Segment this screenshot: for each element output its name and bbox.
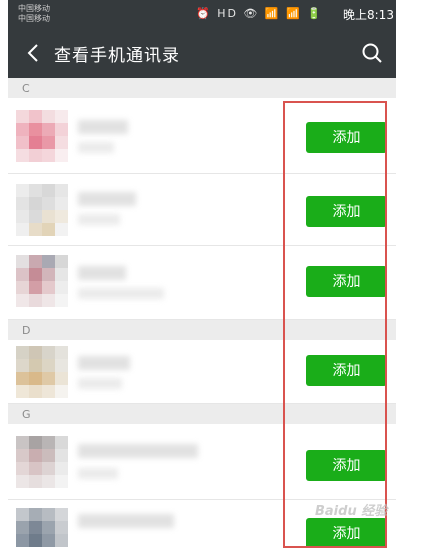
contact-row: 添加 — [8, 424, 396, 500]
add-contact-button[interactable]: 添加 — [306, 518, 387, 548]
contact-name-redacted — [78, 192, 136, 206]
section-header-c: C — [8, 78, 396, 98]
contact-detail-redacted — [78, 214, 120, 225]
title-bar: 查看手机通讯录 — [8, 28, 396, 78]
contact-row: 添加 — [8, 174, 396, 246]
page-title: 查看手机通讯录 — [54, 46, 180, 66]
avatar — [16, 184, 68, 236]
avatar — [16, 508, 68, 548]
carrier-label-1: 中国移动 — [18, 4, 50, 13]
contact-name-redacted — [78, 120, 128, 134]
add-contact-button[interactable]: 添加 — [306, 266, 387, 297]
section-header-d: D — [8, 320, 396, 340]
avatar — [16, 346, 68, 398]
add-contact-button[interactable]: 添加 — [306, 355, 387, 386]
contact-name-redacted — [78, 444, 198, 458]
section-letter: G — [22, 408, 31, 421]
add-contact-button[interactable]: 添加 — [306, 450, 387, 481]
phone-screen: 中国移动 中国移动 ⏰ HD 👁 📶 📶 🔋 晚上8:13 查看手机通讯录 C — [8, 0, 396, 548]
avatar — [16, 436, 68, 488]
status-time: 晚上8:13 — [343, 8, 394, 22]
avatar — [16, 110, 68, 162]
contact-detail-redacted — [78, 142, 114, 153]
section-letter: C — [22, 82, 30, 95]
contact-name-redacted — [78, 514, 174, 528]
section-letter: D — [22, 324, 31, 337]
status-icons: ⏰ HD 👁 📶 📶 🔋 — [196, 7, 323, 20]
search-icon[interactable] — [360, 41, 384, 65]
section-header-g: G — [8, 404, 396, 424]
contact-list: C 添加 添加 添加 D 添加 G 添加 添加 — [8, 78, 396, 548]
contact-name-redacted — [78, 356, 130, 370]
contact-name-redacted — [78, 266, 126, 280]
back-chevron-icon[interactable] — [22, 41, 46, 65]
contact-detail-redacted — [78, 468, 118, 479]
contact-row: 添加 — [8, 340, 396, 404]
avatar — [16, 255, 68, 307]
contact-detail-redacted — [78, 288, 164, 299]
carrier-label-2: 中国移动 — [18, 14, 50, 23]
contact-row: 添加 — [8, 98, 396, 174]
watermark: Baidu 经验 — [315, 504, 388, 519]
contact-detail-redacted — [78, 378, 122, 389]
add-contact-button[interactable]: 添加 — [306, 196, 387, 227]
contact-row: 添加 — [8, 246, 396, 320]
status-bar: 中国移动 中国移动 ⏰ HD 👁 📶 📶 🔋 晚上8:13 — [8, 0, 396, 28]
add-contact-button[interactable]: 添加 — [306, 122, 387, 153]
